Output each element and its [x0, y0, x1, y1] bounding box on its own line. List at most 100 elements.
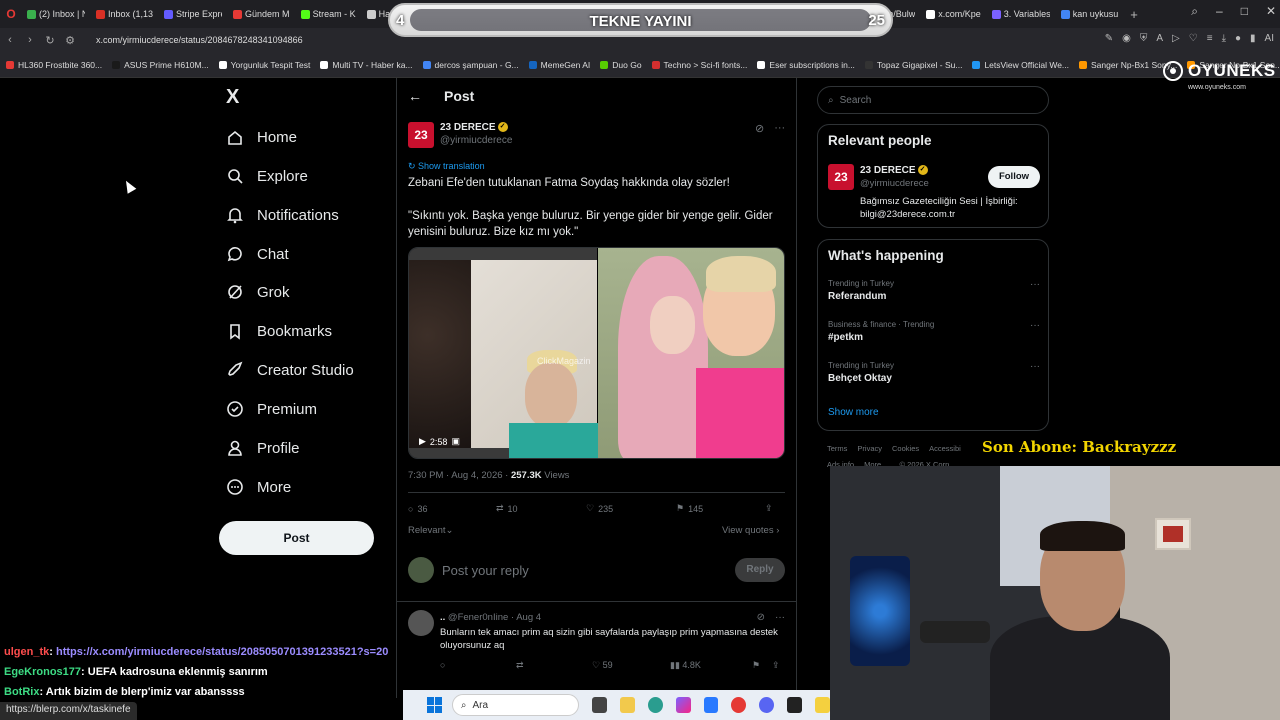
chat-username[interactable]: BotRix: [4, 686, 39, 698]
post-author[interactable]: 23 23 DERECE ✓ @yirmiucderece: [408, 122, 512, 148]
follow-button[interactable]: Follow: [988, 166, 1040, 188]
minimize-icon[interactable]: –: [1216, 4, 1223, 19]
bookmark-item[interactable]: Eser subscriptions in...: [757, 60, 855, 70]
nav-item-more[interactable]: More: [226, 478, 291, 496]
video-thumbnail-right[interactable]: [598, 248, 784, 458]
translate-icon[interactable]: A: [1156, 33, 1163, 44]
opera-logo-icon[interactable]: O: [0, 7, 22, 21]
repost-action[interactable]: ⇄ 10: [496, 503, 586, 514]
edit-icon[interactable]: ✎: [1105, 33, 1113, 44]
user-avatar[interactable]: [408, 557, 434, 583]
download-icon[interactable]: ⤓: [1222, 33, 1226, 44]
profile-icon[interactable]: ●: [1235, 33, 1241, 44]
bookmark-icon[interactable]: ⚑: [752, 660, 772, 671]
browser-tab[interactable]: Stream - K: [296, 3, 361, 25]
chat-username[interactable]: EgeKronos177: [4, 666, 81, 678]
maximize-icon[interactable]: □: [1241, 4, 1248, 19]
play-icon[interactable]: ▷: [1172, 33, 1180, 44]
windows-start-icon[interactable]: [427, 697, 442, 713]
x-logo[interactable]: X: [226, 87, 246, 107]
bookmark-item[interactable]: Topaz Gigapixel - Su...: [864, 60, 962, 70]
comment-date[interactable]: Aug 4: [516, 612, 541, 623]
camera-icon[interactable]: ◉: [1122, 33, 1131, 44]
opera-icon[interactable]: [731, 697, 747, 713]
back-icon[interactable]: ‹: [0, 34, 20, 46]
browser-tab[interactable]: x.com/Kpe: [921, 3, 986, 25]
grok-icon[interactable]: ⊘: [755, 122, 764, 135]
bookmark-item[interactable]: Techno > Sci-fi fonts...: [651, 60, 747, 70]
site-info-icon[interactable]: ⚙: [60, 34, 80, 47]
trend-item[interactable]: Trending in Turkey Behçet Oktay ···: [828, 361, 1040, 384]
chat-text[interactable]: https://x.com/yirmiucderece/status/20850…: [56, 646, 388, 658]
more-options-icon[interactable]: ···: [1030, 279, 1040, 290]
footer-link[interactable]: Privacy: [857, 444, 882, 453]
footer-link[interactable]: Accessibi: [929, 444, 961, 453]
post-media[interactable]: ClickMagazin ▶ 2:58 ▣: [408, 247, 785, 459]
store-icon[interactable]: [703, 697, 719, 713]
discord-icon[interactable]: [759, 697, 775, 713]
relevant-avatar[interactable]: 23: [828, 164, 854, 190]
url-field[interactable]: x.com/yirmiucderece/status/2084678248341…: [96, 35, 303, 45]
nav-item-creator-studio[interactable]: Creator Studio: [226, 361, 354, 379]
post-button[interactable]: Post: [219, 521, 374, 555]
menu-icon[interactable]: ≡: [1207, 33, 1213, 44]
copilot-icon[interactable]: [675, 697, 691, 713]
nav-item-home[interactable]: Home: [226, 128, 297, 146]
nav-item-chat[interactable]: Chat: [226, 245, 289, 263]
grok-icon[interactable]: ⊘: [757, 612, 765, 623]
bookmark-item[interactable]: MemeGen AI: [528, 60, 590, 70]
repost-icon[interactable]: ⇄: [516, 660, 592, 671]
browser-tab[interactable]: (2) Inbox | N: [22, 3, 90, 25]
nav-item-grok[interactable]: Grok: [226, 283, 290, 301]
reply-icon[interactable]: ○: [440, 660, 516, 671]
nav-item-premium[interactable]: Premium: [226, 400, 317, 418]
taskbar-search[interactable]: ⌕ Ara: [451, 694, 580, 716]
sort-dropdown[interactable]: Relevant⌄: [408, 525, 453, 536]
close-icon[interactable]: ✕: [1266, 4, 1276, 19]
ai-icon[interactable]: AI: [1265, 33, 1274, 44]
reload-icon[interactable]: ↻: [40, 34, 60, 47]
more-options-icon[interactable]: ···: [1030, 320, 1040, 331]
bookmark-item[interactable]: ASUS Prime H610M...: [112, 60, 209, 70]
reply-action[interactable]: ○ 36: [408, 503, 496, 514]
nav-item-profile[interactable]: Profile: [226, 439, 300, 457]
bookmark-item[interactable]: Yorgunluk Tespit Test: [218, 60, 310, 70]
views-action[interactable]: ▮▮ 4.8K: [670, 660, 752, 671]
comment-handle[interactable]: @Fener0nIine: [448, 612, 508, 623]
more-options-icon[interactable]: ···: [1030, 361, 1040, 372]
share-action[interactable]: ⇪: [765, 503, 773, 514]
author-avatar[interactable]: 23: [408, 122, 434, 148]
like-action[interactable]: ♡ 59: [592, 660, 670, 671]
video-thumbnail-left[interactable]: ClickMagazin ▶ 2:58 ▣: [409, 248, 599, 458]
bookmark-item[interactable]: Multi TV - Haber ka...: [320, 60, 413, 70]
bookmark-item[interactable]: dercos şampuan - G...: [422, 60, 519, 70]
obs-icon[interactable]: [787, 697, 803, 713]
chat-username[interactable]: ulgen_tk: [4, 646, 49, 658]
reply-button[interactable]: Reply: [735, 558, 785, 582]
task-view-icon[interactable]: [592, 697, 607, 713]
more-options-icon[interactable]: ···: [774, 122, 785, 135]
more-options-icon[interactable]: ···: [775, 612, 785, 623]
bookmark-action[interactable]: ⚑ 145: [676, 503, 765, 514]
search-tabs-icon[interactable]: ⌕: [1191, 4, 1198, 19]
view-quotes-link[interactable]: View quotes ›: [722, 525, 779, 536]
author-handle[interactable]: @yirmiucderece: [440, 135, 512, 146]
nav-item-bookmarks[interactable]: Bookmarks: [226, 322, 332, 340]
nav-item-notifications[interactable]: Notifications: [226, 206, 339, 224]
edge-icon[interactable]: [647, 697, 663, 713]
trend-item[interactable]: Business & finance · Trending #petkm ···: [828, 320, 1040, 343]
app-icon[interactable]: [815, 697, 830, 713]
footer-link[interactable]: Terms: [827, 444, 847, 453]
back-arrow-icon[interactable]: ←: [408, 88, 422, 104]
show-more-link[interactable]: Show more: [828, 407, 879, 418]
browser-tab[interactable]: Stripe Expre: [159, 3, 227, 25]
show-translation-link[interactable]: ↻ Show translation: [408, 161, 485, 172]
footer-link[interactable]: Cookies: [892, 444, 919, 453]
heart-icon[interactable]: ♡: [1189, 33, 1198, 44]
browser-tab[interactable]: Inbox (1,13: [91, 3, 158, 25]
nav-item-explore[interactable]: Explore: [226, 167, 308, 185]
like-action[interactable]: ♡ 235: [586, 503, 676, 514]
new-tab-button[interactable]: +: [1130, 7, 1138, 22]
bookmark-item[interactable]: Duo Go: [600, 60, 642, 70]
relevant-display-name[interactable]: 23 DERECE: [860, 165, 916, 176]
